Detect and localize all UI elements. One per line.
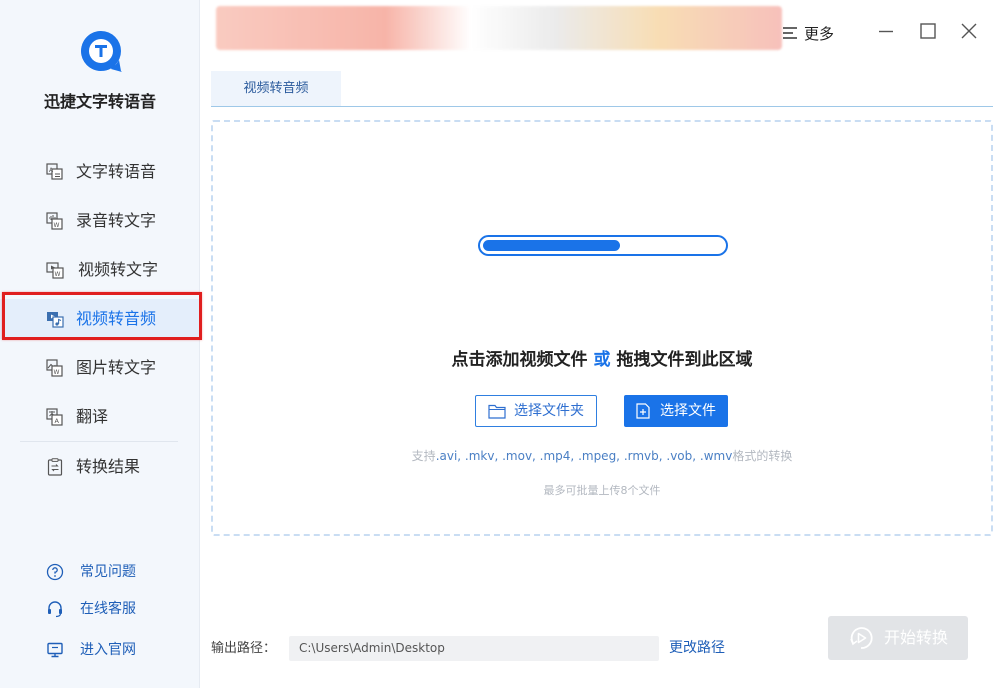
more-menu-button[interactable]: 更多 (782, 22, 834, 44)
change-path-link[interactable]: 更改路径 (669, 636, 725, 661)
sidebar-divider (20, 441, 178, 442)
sidebar-item-label: 视频转音频 (76, 309, 157, 328)
sidebar-item-video-to-text[interactable]: W 视频转文字 (0, 250, 200, 290)
upload-progress-fill (483, 240, 620, 251)
monitor-icon (47, 642, 63, 658)
formats-list: .avi, .mkv, .mov, .mp4, .mpeg, .rmvb, .v… (435, 449, 733, 463)
menu-lines-icon (783, 27, 797, 39)
file-drop-zone[interactable] (211, 120, 993, 536)
sidebar-item-text-to-speech[interactable]: A 文字转语音 (0, 152, 200, 192)
sidebar-item-label: 录音转文字 (76, 211, 157, 230)
sidebar-item-image-to-text[interactable]: W 图片转文字 (0, 348, 200, 388)
start-conversion-button[interactable]: 开始转换 (828, 616, 968, 660)
image-to-text-icon: W (46, 359, 63, 377)
tab-video-to-audio[interactable]: 视频转音频 (211, 71, 341, 106)
faq-link[interactable]: 常见问题 (0, 558, 200, 586)
add-file-icon (636, 403, 650, 419)
sidebar-item-conversion-results[interactable]: 转换结果 (0, 447, 200, 487)
play-convert-icon (850, 627, 873, 649)
help-icon (46, 563, 64, 581)
drop-instruction-part1: 点击添加视频文件 (451, 350, 588, 370)
select-file-label: 选择文件 (660, 403, 716, 419)
svg-text:W: W (54, 369, 60, 376)
select-folder-label: 选择文件夹 (514, 403, 584, 419)
select-file-button[interactable]: 选择文件 (624, 395, 728, 427)
supported-formats: 支持.avi, .mkv, .mov, .mp4, .mpeg, .rmvb, … (211, 447, 993, 464)
svg-text:A: A (55, 417, 60, 425)
minimize-icon[interactable] (875, 20, 897, 42)
maximize-icon[interactable] (917, 20, 939, 42)
sidebar-item-video-to-audio[interactable]: 视频转音频 (0, 299, 200, 339)
formats-prefix: 支持 (411, 449, 436, 463)
app-name: 迅捷文字转语音 (43, 92, 156, 111)
video-to-text-icon: W (46, 262, 64, 279)
output-path-field[interactable]: C:\Users\Admin\Desktop (289, 636, 659, 661)
sidebar-item-label: 翻译 (76, 407, 109, 426)
sidebar-item-translate[interactable]: A 翻译 (0, 397, 200, 437)
video-to-audio-icon (47, 312, 64, 328)
drop-instruction: 点击添加视频文件或拖拽文件到此区域 (211, 345, 993, 370)
sidebar-item-audio-to-text[interactable]: W 录音转文字 (0, 201, 200, 241)
select-folder-button[interactable]: 选择文件夹 (475, 395, 597, 427)
official-website-link[interactable]: 进入官网 (0, 636, 200, 664)
online-support-link[interactable]: 在线客服 (0, 595, 200, 623)
audio-to-text-icon: W (46, 212, 63, 230)
sidebar-item-label: 转换结果 (76, 457, 141, 476)
translate-icon: A (46, 408, 63, 426)
tab-underline (211, 106, 993, 107)
output-path-label: 输出路径： (211, 641, 277, 656)
official-website-label: 进入官网 (80, 642, 136, 658)
faq-label: 常见问题 (80, 564, 136, 580)
app-logo-icon (81, 31, 122, 72)
drop-instruction-or: 或 (593, 350, 611, 370)
promo-banner[interactable] (216, 6, 782, 50)
close-icon[interactable] (958, 20, 980, 42)
sidebar-item-label: 图片转文字 (76, 358, 157, 377)
formats-suffix: 格式的转换 (732, 449, 793, 463)
svg-text:W: W (54, 222, 60, 229)
headset-icon (48, 601, 62, 618)
sidebar-item-label: 文字转语音 (76, 162, 157, 181)
folder-icon (488, 404, 506, 419)
sidebar: 迅捷文字转语音 A 文字转语音 W 录音转文字 W 视频转文字 视频转音频 W … (0, 0, 202, 688)
text-to-speech-icon: A (46, 163, 63, 180)
drop-instruction-part2: 拖拽文件到此区域 (616, 350, 753, 370)
result-icon (47, 458, 63, 476)
start-conversion-label: 开始转换 (884, 628, 949, 647)
sidebar-item-label: 视频转文字 (78, 260, 159, 279)
upload-limit-note: 最多可批量上传8个文件 (543, 484, 661, 497)
svg-text:W: W (55, 271, 61, 278)
upload-progress-bar (478, 235, 728, 256)
online-support-label: 在线客服 (80, 601, 136, 617)
more-label: 更多 (804, 24, 835, 43)
